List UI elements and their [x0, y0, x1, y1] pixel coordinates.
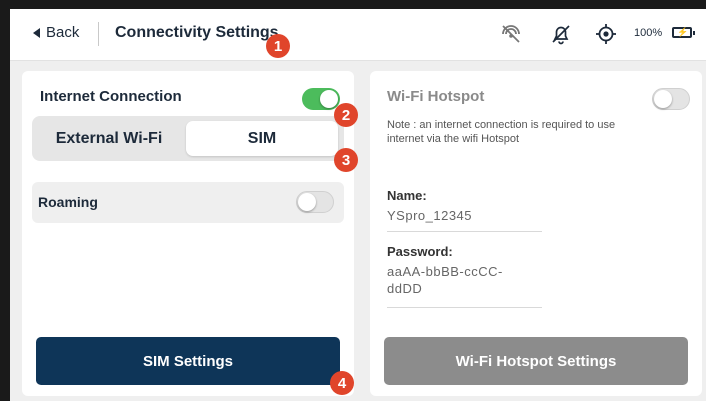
wifi-hotspot-settings-button[interactable]: Wi-Fi Hotspot Settings: [384, 337, 688, 385]
wifi-hotspot-panel: Wi-Fi Hotspot Note : an internet connect…: [370, 71, 702, 396]
toggle-knob: [654, 90, 672, 108]
battery-charging-icon: ⚡: [672, 27, 695, 38]
internet-connection-toggle[interactable]: [302, 88, 340, 110]
screen: Back Connectivity Settings 100% ⚡ Intern…: [10, 9, 706, 401]
wifi-hotspot-label: Wi-Fi Hotspot: [387, 88, 485, 105]
option-external-wifi[interactable]: External Wi-Fi: [36, 121, 182, 156]
roaming-label: Roaming: [38, 194, 98, 210]
signal-off-icon: [502, 25, 520, 43]
toggle-knob: [320, 90, 338, 108]
hotspot-name-value: YSpro_12345: [387, 208, 473, 223]
divider: [387, 231, 542, 232]
hotspot-password-value-line1: aaAA-bbBB-ccCC-: [387, 264, 503, 279]
connection-type-selector: External Wi-Fi SIM: [32, 116, 344, 161]
header-divider: [98, 22, 99, 46]
hotspot-note: Note : an internet connection is require…: [387, 119, 616, 145]
back-label: Back: [46, 24, 80, 41]
hotspot-password-value-line2: ddDD: [387, 281, 423, 296]
top-bar: Back Connectivity Settings 100% ⚡: [10, 9, 706, 61]
roaming-toggle[interactable]: [296, 191, 334, 213]
device-frame: Back Connectivity Settings 100% ⚡ Intern…: [0, 0, 706, 401]
callout-3: 3: [334, 148, 358, 172]
battery-percent: 100%: [634, 27, 663, 39]
location-icon: [596, 24, 616, 44]
sim-settings-button[interactable]: SIM Settings: [36, 337, 340, 385]
divider: [387, 307, 542, 308]
back-button[interactable]: Back: [33, 24, 79, 41]
roaming-row: Roaming: [32, 182, 344, 223]
callout-2: 2: [334, 103, 358, 127]
hotspot-password-label: Password:: [387, 244, 453, 259]
bell-off-icon: [552, 25, 570, 45]
hotspot-name-label: Name:: [387, 188, 427, 203]
callout-4: 4: [330, 371, 354, 395]
internet-connection-panel: Internet Connection External Wi-Fi SIM R…: [22, 71, 354, 396]
callout-1: 1: [266, 34, 290, 58]
option-sim[interactable]: SIM: [186, 121, 338, 156]
page-title: Connectivity Settings: [115, 24, 279, 41]
back-arrow-icon: [33, 27, 40, 38]
internet-connection-label: Internet Connection: [40, 88, 182, 105]
toggle-knob: [298, 193, 316, 211]
wifi-hotspot-toggle[interactable]: [652, 88, 690, 110]
